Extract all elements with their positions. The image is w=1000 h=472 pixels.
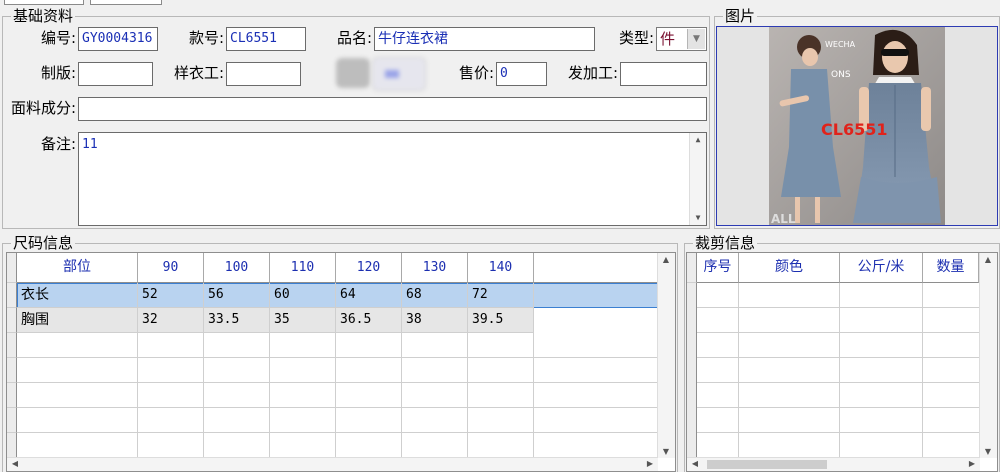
style-no-field[interactable]: CL6551 — [226, 27, 306, 51]
svg-text:ALL: ALL — [771, 212, 796, 225]
size-col-header[interactable]: 130 — [402, 253, 468, 283]
type-select[interactable]: 件 ▼ — [656, 27, 707, 51]
table-cell[interactable]: 39.5 — [468, 308, 534, 333]
chevron-down-icon[interactable]: ▼ — [687, 29, 705, 49]
svg-text:CL6551: CL6551 — [821, 120, 887, 139]
size-col-header[interactable]: 120 — [336, 253, 402, 283]
size-col-header[interactable]: 部位 — [17, 253, 138, 283]
table-cell[interactable]: 衣长 — [17, 283, 138, 308]
process-field[interactable] — [620, 62, 707, 86]
table-cell[interactable]: 32 — [138, 308, 204, 333]
scroll-down-icon[interactable]: ▼ — [658, 447, 674, 456]
remark-label: 备注: — [40, 135, 76, 153]
scroll-up-icon[interactable]: ▲ — [690, 133, 706, 147]
table-cell[interactable]: 胸围 — [17, 308, 138, 333]
process-label: 发加工: — [567, 64, 618, 82]
sample-worker-label: 样衣工: — [173, 64, 224, 82]
table-cell[interactable]: 68 — [402, 283, 468, 308]
cut-col-header[interactable]: 数量 — [923, 253, 979, 283]
fabric-field[interactable] — [78, 97, 707, 121]
cut-col-header[interactable]: 公斤/米 — [840, 253, 923, 283]
svg-text:WECHA: WECHA — [825, 40, 856, 49]
scroll-right-icon[interactable]: ▶ — [964, 459, 980, 468]
size-col-header[interactable]: 140 — [468, 253, 534, 283]
cut-grid-hscroll[interactable]: ◀ ▶ — [687, 457, 980, 471]
product-photo: WECHA ONS CL6551 ALL — [769, 27, 945, 225]
remark-text: 11 — [82, 137, 98, 152]
type-select-value: 件 — [660, 30, 676, 48]
table-cell[interactable]: 36.5 — [336, 308, 402, 333]
plate-label: 制版: — [40, 64, 76, 82]
table-cell[interactable]: 64 — [336, 283, 402, 308]
size-col-header[interactable]: 90 — [138, 253, 204, 283]
table-cell[interactable]: 72 — [468, 283, 534, 308]
top-tab-1[interactable] — [4, 0, 84, 5]
empty-rows — [17, 333, 658, 471]
basic-info-title: 基础资料 — [11, 7, 76, 25]
scroll-left-icon[interactable]: ◀ — [687, 459, 703, 468]
top-tab-strip — [0, 0, 1000, 5]
remark-textarea[interactable]: 11 ▲ ▼ — [78, 132, 707, 226]
cut-grid-vscroll[interactable]: ▲ ▼ — [979, 253, 997, 458]
cut-info-title: 裁剪信息 — [693, 234, 758, 252]
table-cell[interactable]: 33.5 — [204, 308, 270, 333]
code-field[interactable]: GY0004316 — [78, 27, 158, 51]
style-no-label: 款号: — [188, 29, 224, 47]
scroll-up-icon[interactable]: ▲ — [658, 255, 674, 264]
remark-scrollbar[interactable]: ▲ ▼ — [689, 133, 706, 225]
hscroll-thumb[interactable] — [707, 460, 827, 469]
cut-grid[interactable]: 序号 颜色 公斤/米 数量 ▲ ▼ ◀ ▶ — [686, 252, 998, 472]
cut-empty-rows — [697, 283, 980, 471]
picture-frame[interactable]: WECHA ONS CL6551 ALL — [716, 26, 998, 226]
picture-title: 图片 — [723, 7, 758, 25]
table-cell[interactable]: 52 — [138, 283, 204, 308]
table-cell[interactable]: 35 — [270, 308, 336, 333]
scroll-right-icon[interactable]: ▶ — [642, 459, 658, 468]
price-label: 售价: — [458, 64, 494, 82]
cut-col-header[interactable]: 序号 — [697, 253, 739, 283]
scroll-left-icon[interactable]: ◀ — [7, 459, 23, 468]
top-tab-2[interactable] — [90, 0, 162, 5]
size-grid-vscroll[interactable]: ▲ ▼ — [657, 253, 675, 458]
size-grid-hscroll[interactable]: ◀ ▶ — [7, 457, 658, 471]
table-cell[interactable]: 60 — [270, 283, 336, 308]
size-col-header[interactable]: 110 — [270, 253, 336, 283]
cut-col-header[interactable]: 颜色 — [739, 253, 840, 283]
table-cell[interactable]: 56 — [204, 283, 270, 308]
redacted-label — [336, 58, 370, 88]
type-label: 类型: — [618, 29, 654, 47]
size-info-title: 尺码信息 — [11, 234, 76, 252]
sample-worker-field[interactable] — [226, 62, 301, 86]
plate-field[interactable] — [78, 62, 153, 86]
scroll-up-icon[interactable]: ▲ — [980, 255, 996, 264]
redacted-field — [372, 57, 426, 91]
size-grid[interactable]: 部位 90 100 110 120 130 140 衣长 52 56 60 64… — [6, 252, 676, 472]
fabric-label: 面料成分: — [10, 99, 76, 117]
size-col-header[interactable]: 100 — [204, 253, 270, 283]
scroll-down-icon[interactable]: ▼ — [690, 211, 706, 225]
svg-text:ONS: ONS — [831, 70, 851, 80]
product-name-label: 品名: — [336, 29, 372, 47]
code-label: 编号: — [40, 29, 76, 47]
table-cell[interactable]: 38 — [402, 308, 468, 333]
scroll-down-icon[interactable]: ▼ — [980, 447, 996, 456]
price-field[interactable]: 0 — [496, 62, 547, 86]
product-name-field[interactable]: 牛仔连衣裙 — [374, 27, 595, 51]
